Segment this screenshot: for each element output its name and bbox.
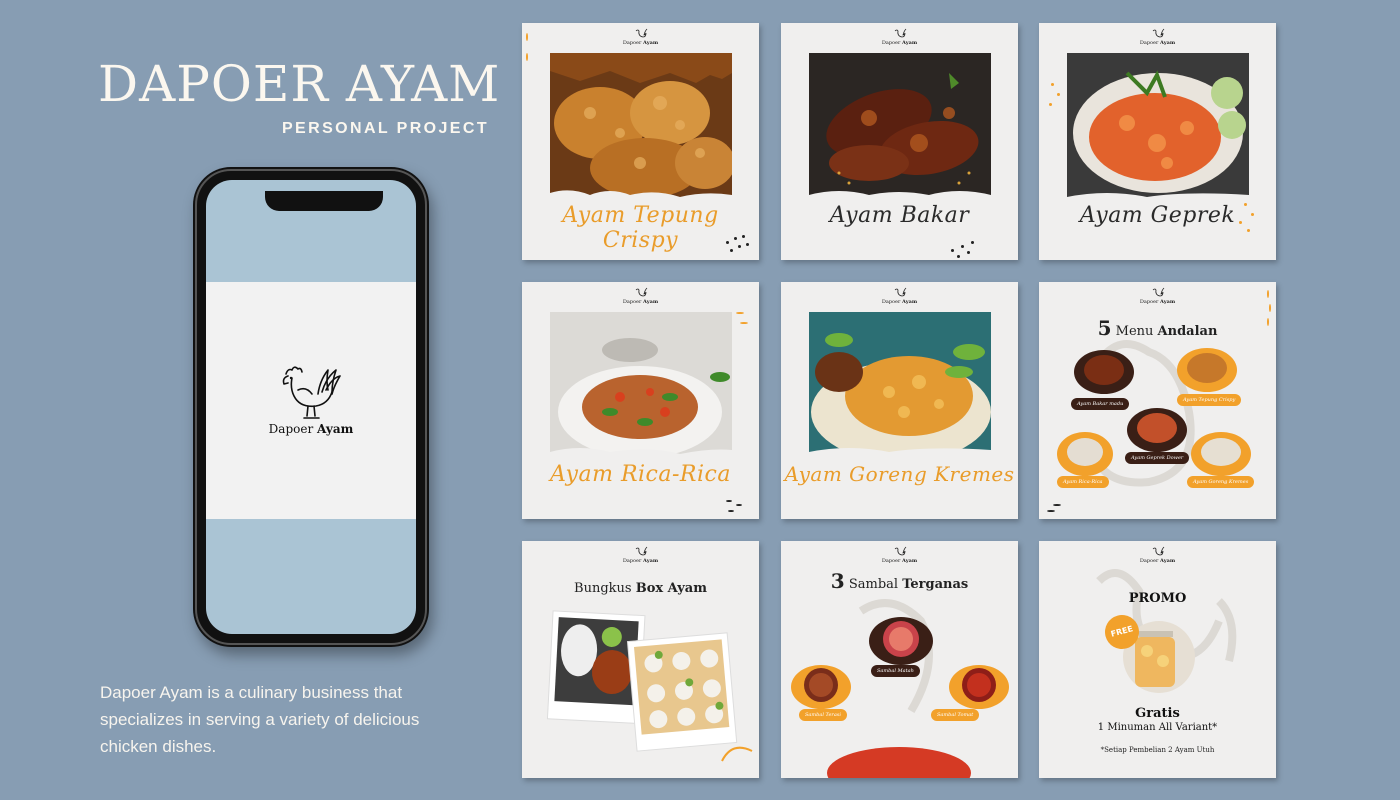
post-card-sambal-terganas[interactable]: Dapoer Ayam 3 Sambal Terganas Sambal Mat…: [781, 541, 1018, 778]
card-logo: Dapoer Ayam: [1039, 28, 1276, 46]
card-logo: Dapoer Ayam: [781, 287, 1018, 305]
card-caption: Ayam Geprek: [1079, 203, 1236, 228]
box-photos: [546, 610, 753, 762]
menu-label: Ayam Rica-Rica: [1057, 476, 1109, 488]
card-caption: Ayam Bakar: [829, 203, 970, 228]
card-logo: Dapoer Ayam: [522, 28, 759, 46]
card-logo: Dapoer Ayam: [522, 287, 759, 305]
phone-logo: Dapoer Ayam: [206, 360, 416, 436]
promo-graphic: [1096, 569, 1237, 693]
sambal-label: Sambal Tomat: [931, 709, 980, 721]
project-description: Dapoer Ayam is a culinary business that …: [100, 683, 420, 756]
post-card-tepung-crispy[interactable]: Dapoer Ayam Ayam Tepung Crispy: [522, 23, 759, 260]
post-card-ayam-geprek[interactable]: Dapoer Ayam Ayam Geprek: [1039, 23, 1276, 260]
food-photo: [809, 312, 991, 460]
card-caption: Ayam Tepung Crispy: [562, 203, 719, 253]
card-caption: Ayam Goreng Kremes: [784, 462, 1015, 486]
card-caption: Ayam Rica-Rica: [550, 462, 731, 487]
food-photo: [809, 53, 991, 201]
food-photo: [1067, 53, 1249, 201]
promo-gratis: Gratis: [1135, 706, 1180, 721]
rooster-icon: [635, 28, 647, 38]
rooster-icon: [1152, 28, 1164, 38]
menu-label: Ayam Bakar madu: [1071, 398, 1130, 410]
menu-label: Ayam Geprek Dower: [1125, 452, 1190, 464]
page-subtitle: PERSONAL PROJECT: [281, 120, 489, 137]
sambal-collage: [791, 599, 1009, 778]
page-title: DAPOER AYAM: [98, 55, 501, 113]
rooster-icon: [894, 287, 906, 297]
menu-label: Ayam Tepung Crispy: [1177, 394, 1242, 406]
menu-label: Ayam Goreng Kremes: [1187, 476, 1255, 488]
food-photo: [550, 312, 732, 460]
phone-brand-text: Dapoer Ayam: [268, 422, 354, 436]
post-card-ayam-rica-rica[interactable]: Dapoer Ayam Ayam Rica-Rica: [522, 282, 759, 519]
post-card-ayam-bakar[interactable]: Dapoer Ayam Ayam Bakar: [781, 23, 1018, 260]
food-photo: [550, 53, 732, 201]
sambal-label: Sambal Terasi: [799, 709, 847, 721]
promo-title: PROMO: [1128, 591, 1187, 606]
promo-offer: 1 Minuman All Variant*: [1097, 722, 1218, 733]
promo-note: *Setiap Pembelian 2 Ayam Utuh: [1100, 746, 1215, 754]
phone-mockup: Dapoer Ayam: [193, 167, 429, 647]
rooster-icon: [635, 287, 647, 297]
post-card-menu-andalan[interactable]: Dapoer Ayam 5 Menu Andalan Ayam Bakar ma…: [1039, 282, 1276, 519]
card-logo: Dapoer Ayam: [781, 28, 1018, 46]
post-card-box-ayam[interactable]: Dapoer Ayam Bungkus Box Ayam: [522, 541, 759, 778]
post-card-goreng-kremes[interactable]: Dapoer Ayam Ayam Goreng Kremes: [781, 282, 1018, 519]
phone-screen: Dapoer Ayam: [206, 180, 416, 634]
phone-notch: [265, 191, 383, 211]
rooster-icon: [282, 366, 341, 419]
rooster-icon: [894, 28, 906, 38]
sambal-label: Sambal Matah: [871, 665, 920, 677]
post-card-promo[interactable]: Dapoer Ayam PROMO FREE Gratis 1 Minuman …: [1039, 541, 1276, 778]
